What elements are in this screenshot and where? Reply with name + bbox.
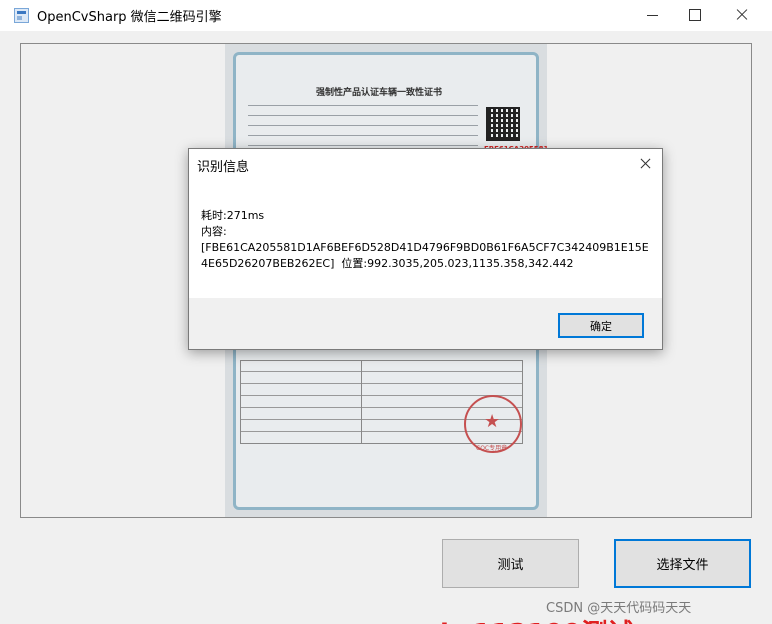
csdn-watermark: CSDN @天天代码码天天 <box>546 601 692 616</box>
test-button[interactable]: 测试 <box>442 539 579 588</box>
dialog-close-icon[interactable] <box>629 149 661 179</box>
seal-caption: COC专用章 <box>476 445 508 452</box>
dialog-ok-button[interactable]: 确定 <box>558 313 644 338</box>
window-title: OpenCvSharp 微信二维码引擎 <box>37 10 222 25</box>
certificate-line <box>248 125 478 126</box>
dialog-titlebar: 识别信息 <box>189 149 662 179</box>
dialog-title: 识别信息 <box>197 160 250 175</box>
certificate-line <box>248 105 478 106</box>
certificate-line <box>248 145 478 146</box>
message-dialog: 识别信息 耗时:271ms 内容: [FBE61CA205581D1AF6BEF… <box>188 148 663 350</box>
certificate-line <box>248 135 478 136</box>
qr-code-image <box>486 107 520 141</box>
select-file-button[interactable]: 选择文件 <box>614 539 751 588</box>
minimize-icon[interactable] <box>630 0 676 31</box>
maximize-icon[interactable] <box>672 0 718 31</box>
window-titlebar: OpenCvSharp 微信二维码引擎 <box>0 0 772 31</box>
certificate-title: 强制性产品认证车辆一致性证书 <box>316 88 443 98</box>
certificate-line <box>248 115 478 116</box>
dialog-message: 耗时:271ms 内容: [FBE61CA205581D1AF6BEF6D528… <box>201 209 649 270</box>
dialog-body: 耗时:271ms 内容: [FBE61CA205581D1AF6BEF6D528… <box>189 179 662 298</box>
close-icon[interactable] <box>718 0 764 31</box>
app-window-icon <box>14 8 29 23</box>
